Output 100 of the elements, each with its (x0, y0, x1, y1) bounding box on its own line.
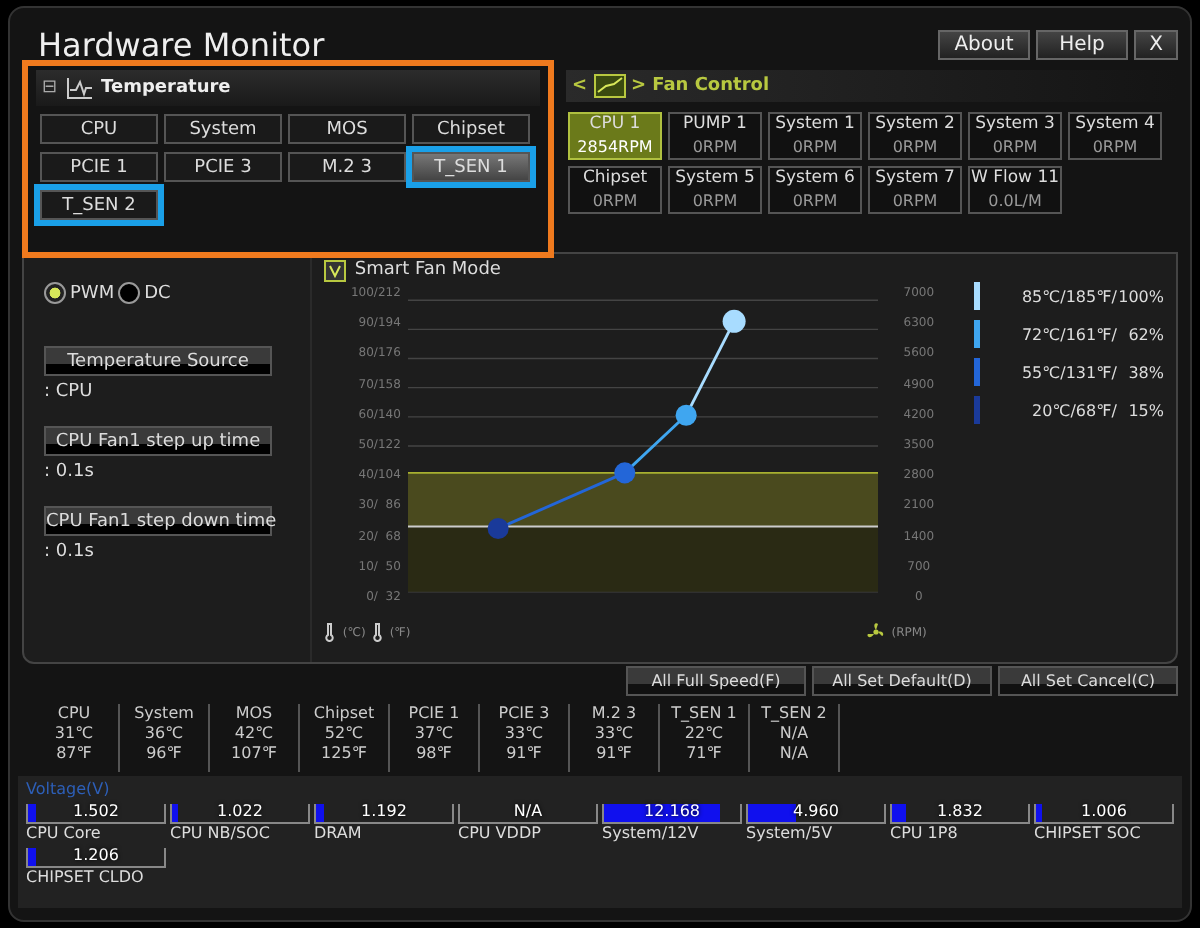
fan-tab[interactable]: System 1 0RPM (768, 112, 862, 160)
action-button[interactable]: All Full Speed(F) (626, 666, 806, 696)
sensor-name: T_SEN 2 (761, 704, 827, 724)
celsius-reading: 33℃ (594, 724, 634, 744)
action-button[interactable]: All Set Cancel(C) (998, 666, 1178, 696)
sensor-name: MOS (235, 704, 273, 724)
sensor-name: PCIE 3 (498, 704, 550, 724)
panel-title: Temperature (101, 78, 231, 98)
setting-button[interactable]: CPU Fan1 step down time (44, 506, 272, 536)
legend-temperature: 20℃/68℉/ (1030, 401, 1117, 419)
fahrenheit-reading: 107℉ (231, 744, 277, 764)
setting-button[interactable]: CPU Fan1 step up time (44, 426, 272, 456)
sensor-name: M.2 3 (591, 704, 637, 724)
legend-temperature: 85℃/185℉/ (1019, 287, 1117, 305)
legend-temperature: 72℃/161℉/ (1019, 325, 1117, 343)
radio-label: DC (144, 283, 171, 303)
thermometer-icon (324, 622, 337, 642)
sensor-tab[interactable]: M.2 3 (288, 152, 406, 182)
legend-percent: 62% (1126, 325, 1164, 343)
celsius-reading: 42℃ (234, 724, 274, 744)
fan-tab[interactable]: System 7 0RPM (868, 166, 962, 214)
fahrenheit-reading: 87℉ (56, 744, 92, 764)
action-button[interactable]: All Set Default(D) (812, 666, 992, 696)
sensor-tab[interactable]: System (164, 114, 282, 144)
fan-tab[interactable]: System 4 0RPM (1068, 112, 1162, 160)
fan-tab[interactable]: PUMP 1 0RPM (668, 112, 762, 160)
celsius-reading: 22℃ (684, 724, 724, 744)
rail-name: System/5V (746, 824, 835, 842)
fan-tab[interactable]: Chipset 0RPM (568, 166, 662, 214)
fahrenheit-reading: 125℉ (321, 744, 367, 764)
celsius-reading: 52℃ (324, 724, 364, 744)
setting-button[interactable]: Temperature Source (44, 346, 272, 376)
voltage-value: 12.168 (642, 802, 702, 820)
pulse-graph-icon (65, 77, 94, 99)
celsius-reading: 37℃ (414, 724, 454, 744)
fahrenheit-reading: 71℉ (686, 744, 722, 764)
celsius-reading: N/A (779, 724, 809, 744)
rail-name: CPU Core (26, 824, 103, 842)
voltage-value: 1.832 (935, 802, 985, 820)
fan-tab[interactable]: CPU 1 2854RPM (568, 112, 662, 160)
rail-name: DRAM (314, 824, 364, 842)
close-button[interactable]: X (1134, 30, 1178, 60)
sensor-tab[interactable]: CPU (40, 114, 158, 144)
legend-temperature: 55℃/131℉/ (1019, 363, 1117, 381)
previous-arrow[interactable]: < (572, 76, 588, 96)
section-title: Voltage(V) (26, 780, 112, 798)
legend-percent: 38% (1126, 363, 1164, 381)
setting-value: : 0.1s (44, 462, 96, 482)
window-button[interactable]: Help (1036, 30, 1128, 60)
setting-value: : CPU (44, 382, 95, 402)
window-title: Hardware Monitor (36, 26, 325, 64)
voltage-value: 1.022 (215, 802, 265, 820)
window-button[interactable]: About (938, 30, 1030, 60)
fan-tab[interactable]: System 3 0RPM (968, 112, 1062, 160)
fan-tab[interactable]: System 6 0RPM (768, 166, 862, 214)
rail-name: CPU VDDP (458, 824, 543, 842)
voltage-value: 1.006 (1079, 802, 1129, 820)
checkbox[interactable] (324, 259, 347, 281)
radio-label: PWM (70, 283, 115, 303)
legend-percent: 15% (1126, 401, 1164, 419)
thermometer-icon (371, 622, 384, 642)
fahrenheit-reading: 91℉ (506, 744, 542, 764)
sensor-tab[interactable]: T_SEN 1 (412, 152, 530, 182)
sensor-tab[interactable]: T_SEN 2 (40, 190, 158, 220)
voltage-value: 1.206 (71, 846, 121, 864)
rail-name: System/12V (602, 824, 701, 842)
sensor-name: Chipset (313, 704, 375, 724)
sensor-tab[interactable]: PCIE 1 (40, 152, 158, 182)
sensor-name: T_SEN 1 (671, 704, 737, 724)
panel-title: Fan Control (652, 76, 770, 96)
voltage-value: 1.192 (359, 802, 409, 820)
rail-name: CPU 1P8 (890, 824, 960, 842)
collapse-toggle[interactable]: ⊟ (42, 78, 58, 98)
rail-name: CHIPSET SOC (1034, 824, 1143, 842)
checkbox-label: Smart Fan Mode (354, 260, 501, 280)
fahrenheit-reading: 96℉ (146, 744, 182, 764)
celsius-reading: 33℃ (504, 724, 544, 744)
fan-icon (865, 622, 886, 642)
fahrenheit-reading: 98℉ (416, 744, 452, 764)
radio-button[interactable] (118, 282, 141, 304)
rail-name: CHIPSET CLDO (26, 868, 146, 886)
fan-tab[interactable]: System 2 0RPM (868, 112, 962, 160)
celsius-reading: 31℃ (54, 724, 94, 744)
sensor-name: System (134, 704, 194, 724)
voltage-value: 1.502 (71, 802, 121, 820)
legend-percent: 100% (1117, 287, 1164, 305)
radio-button[interactable] (44, 282, 66, 304)
fan-curve-icon (593, 74, 626, 98)
fan-tab[interactable]: System 5 0RPM (668, 166, 762, 214)
fahrenheit-reading: 91℉ (596, 744, 632, 764)
sensor-tab[interactable]: MOS (288, 114, 406, 144)
sensor-name: PCIE 1 (408, 704, 460, 724)
sensor-name: CPU (57, 704, 91, 724)
sensor-tab[interactable]: Chipset (412, 114, 530, 144)
voltage-value: N/A (511, 802, 545, 820)
sensor-tab[interactable]: PCIE 3 (164, 152, 282, 182)
next-arrow[interactable]: > (631, 76, 647, 96)
fan-tab[interactable]: W Flow 11 0.0L/M (968, 166, 1062, 214)
rail-name: CPU NB/SOC (170, 824, 272, 842)
celsius-reading: 36℃ (144, 724, 184, 744)
